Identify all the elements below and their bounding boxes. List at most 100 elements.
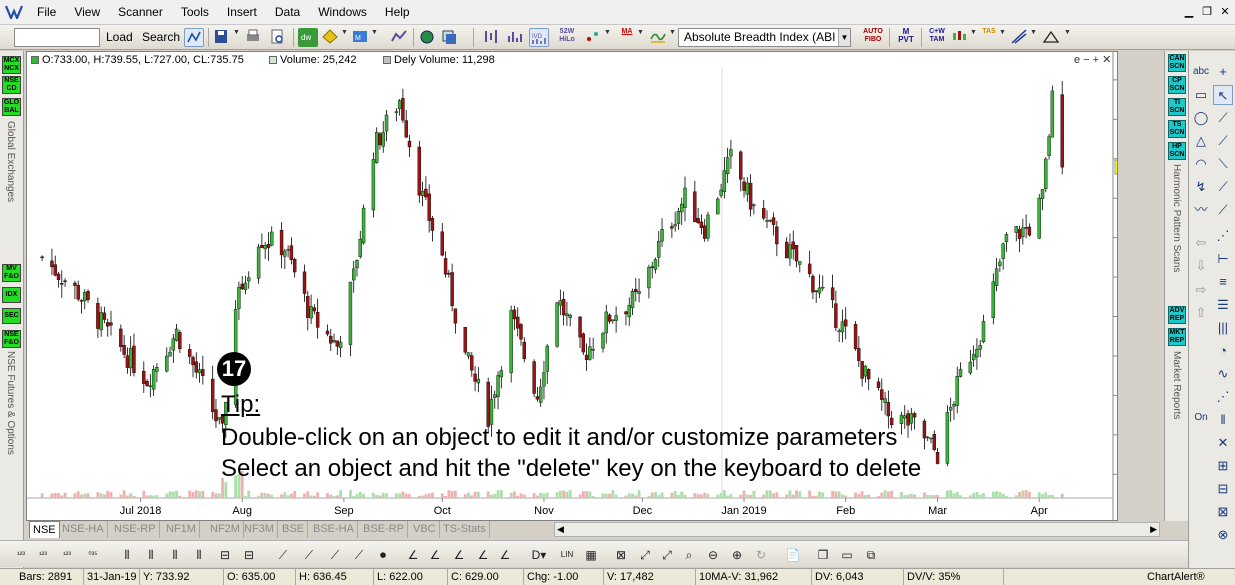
tab-bse-ha[interactable]: BSE-HA (310, 521, 358, 538)
menu-scanner[interactable]: Scanner (109, 0, 172, 25)
ivd-icon[interactable]: IVD (529, 28, 549, 47)
advance-report-button[interactable]: ADV REP (1168, 306, 1186, 324)
hp-scan-button[interactable]: HP SCN (1168, 142, 1186, 160)
bars-chart-icon[interactable]: ⫴ (118, 546, 136, 564)
triangle-tool-icon[interactable] (1042, 28, 1062, 47)
eraser-tool-icon[interactable]: ⊗ (1213, 525, 1233, 545)
hline-tool-icon[interactable]: ⊢ (1213, 249, 1233, 269)
indicator-select[interactable]: Absolute Breadth Index (ABI ▼ (678, 28, 851, 47)
numbers-1-icon[interactable]: ¹²³ (12, 546, 30, 564)
candle-scan-button[interactable]: CAN SCN (1168, 54, 1186, 72)
minimize-icon[interactable]: ▁ (1181, 4, 1197, 20)
scroll-right-icon[interactable]: ▶ (1150, 523, 1157, 536)
switch-symbol-icon[interactable] (184, 28, 204, 47)
line-draw-1-icon[interactable]: ⟋ (274, 546, 292, 564)
arc-tool-icon[interactable]: ◠ (1191, 154, 1211, 174)
pivot-icon[interactable]: M PVT (895, 28, 917, 47)
shapes-icon[interactable] (584, 28, 604, 47)
symbol-input[interactable] (14, 28, 100, 47)
load-button[interactable]: Load (103, 28, 136, 47)
mcx-ncx-button[interactable]: MCX NCX (2, 56, 21, 74)
triangle-draw-icon[interactable]: △ (1191, 131, 1211, 151)
angle-3-icon[interactable]: ∠ (450, 546, 468, 564)
refresh-icon[interactable]: ↻ (752, 546, 770, 564)
tab-nf2m[interactable]: NF2M (207, 521, 244, 538)
idx-button[interactable]: IDX (2, 287, 21, 303)
tab-bse[interactable]: BSE (279, 521, 309, 538)
line-draw-2-icon[interactable]: ⟋ (300, 546, 318, 564)
tab-nse-ha[interactable]: NSE-HA (59, 521, 108, 538)
line-draw-3-icon[interactable]: ⟋ (326, 546, 344, 564)
tab-nf3m[interactable]: NF3M (241, 521, 278, 538)
price-chart[interactable]: 580600620640660680700720740760780Jul 201… (26, 51, 1118, 521)
arrow-left-icon[interactable]: ⇦ (1191, 233, 1211, 253)
moving-average-icon[interactable]: MA (617, 28, 637, 47)
expand-2-icon[interactable]: ⤢ (658, 546, 676, 564)
copy-icon[interactable]: ❐ (814, 546, 832, 564)
tab-bse-rp[interactable]: BSE-RP (360, 521, 408, 538)
layers-icon[interactable] (440, 28, 460, 47)
crosshair-icon[interactable]: + (1213, 62, 1233, 82)
window-icon[interactable]: ▭ (838, 546, 856, 564)
horizontal-scrollbar[interactable]: ◀ ▶ (554, 522, 1160, 537)
channel-tool-icon[interactable]: ≡ (1213, 272, 1233, 292)
chart-window-controls[interactable]: e − + ✕ (1074, 52, 1111, 68)
zoom-fit-icon[interactable]: ⊠ (612, 546, 630, 564)
rectangle-tool-icon[interactable]: ▭ (1191, 85, 1211, 105)
tile-icon[interactable]: ⧉ (862, 546, 880, 564)
menu-windows[interactable]: Windows (309, 0, 376, 25)
market-report-button[interactable]: MKT REP (1168, 328, 1186, 346)
sl-line-2-icon[interactable]: ⟍ (1213, 154, 1233, 174)
arrow-down-icon[interactable]: ⇩ (1191, 256, 1211, 276)
auto-fibo-icon[interactable]: AUTO FIBO (862, 28, 884, 47)
tab-nse-rp[interactable]: NSE-RP (111, 521, 160, 538)
trendline-icon[interactable] (1010, 28, 1030, 47)
numbers-4-icon[interactable]: ⁰³⁵ (84, 546, 102, 564)
hilo-52w-icon[interactable]: 52W HiLo (556, 28, 578, 47)
menu-help[interactable]: Help (376, 0, 419, 25)
cycle-tool-icon[interactable]: ∿ (1213, 364, 1233, 384)
menu-view[interactable]: View (65, 0, 109, 25)
indicator-icon[interactable] (649, 28, 669, 47)
record-icon[interactable]: ⏺ (374, 546, 392, 564)
angle-2-icon[interactable]: ∠ (426, 546, 444, 564)
cross-tool-icon[interactable]: ✕ (1213, 433, 1233, 453)
sl-line-icon[interactable]: ⟋ (1213, 131, 1233, 151)
draw-menu-icon[interactable]: D▾ (530, 546, 548, 564)
bars-icon[interactable] (482, 28, 502, 47)
ts-scan-button[interactable]: TS SCN (1168, 120, 1186, 138)
ti-scan-button[interactable]: TI SCN (1168, 98, 1186, 116)
bars-tool-icon[interactable]: ‖ (1213, 410, 1233, 430)
layout-icon[interactable] (321, 28, 341, 47)
arrow-right-icon[interactable]: ⇨ (1191, 280, 1211, 300)
bars-chart-3-icon[interactable]: ⫴ (166, 546, 184, 564)
global-button[interactable]: GLO BAL (2, 98, 21, 116)
line-draw-4-icon[interactable]: ⟋ (350, 546, 368, 564)
print-preview-icon[interactable] (268, 28, 288, 47)
chevron-down-icon[interactable]: ▼ (838, 29, 850, 46)
curve-tool-icon[interactable]: ↯ (1191, 177, 1211, 197)
search-button[interactable]: Search (139, 28, 183, 47)
sec-button[interactable]: SEC (2, 308, 21, 324)
zoom-out-icon[interactable]: ⊖ (704, 546, 722, 564)
fan-tool-icon[interactable]: ⋰ (1213, 226, 1233, 246)
grid-tool-icon[interactable]: ⊞ (1213, 456, 1233, 476)
expand-icon[interactable]: ⤢ (636, 546, 654, 564)
nse-fo-button[interactable]: NSE F&O (2, 330, 21, 348)
delete-tool-icon[interactable]: ⊠ (1213, 502, 1233, 522)
print-icon[interactable] (244, 28, 264, 47)
arrow-up-icon[interactable]: ⇧ (1191, 303, 1211, 323)
earth-icon[interactable] (418, 28, 438, 47)
text-tool-icon[interactable]: abc (1191, 62, 1211, 82)
cp-scan-button[interactable]: CP SCN (1168, 76, 1186, 94)
filter-icon[interactable]: ⊟ (216, 546, 234, 564)
chart-type-icon[interactable] (390, 28, 410, 47)
filter-2-icon[interactable]: ⊟ (240, 546, 258, 564)
tas-icon[interactable]: TAS (978, 28, 1000, 47)
pointer-tool-icon[interactable]: ↖ (1213, 85, 1233, 105)
tab-ts-stats[interactable]: TS-Stats (440, 521, 490, 538)
bars-chart-2-icon[interactable]: ⫴ (142, 546, 160, 564)
angle-4-icon[interactable]: ∠ (474, 546, 492, 564)
on-toggle[interactable]: On (1191, 408, 1211, 428)
tab-vbc[interactable]: VBC (410, 521, 440, 538)
